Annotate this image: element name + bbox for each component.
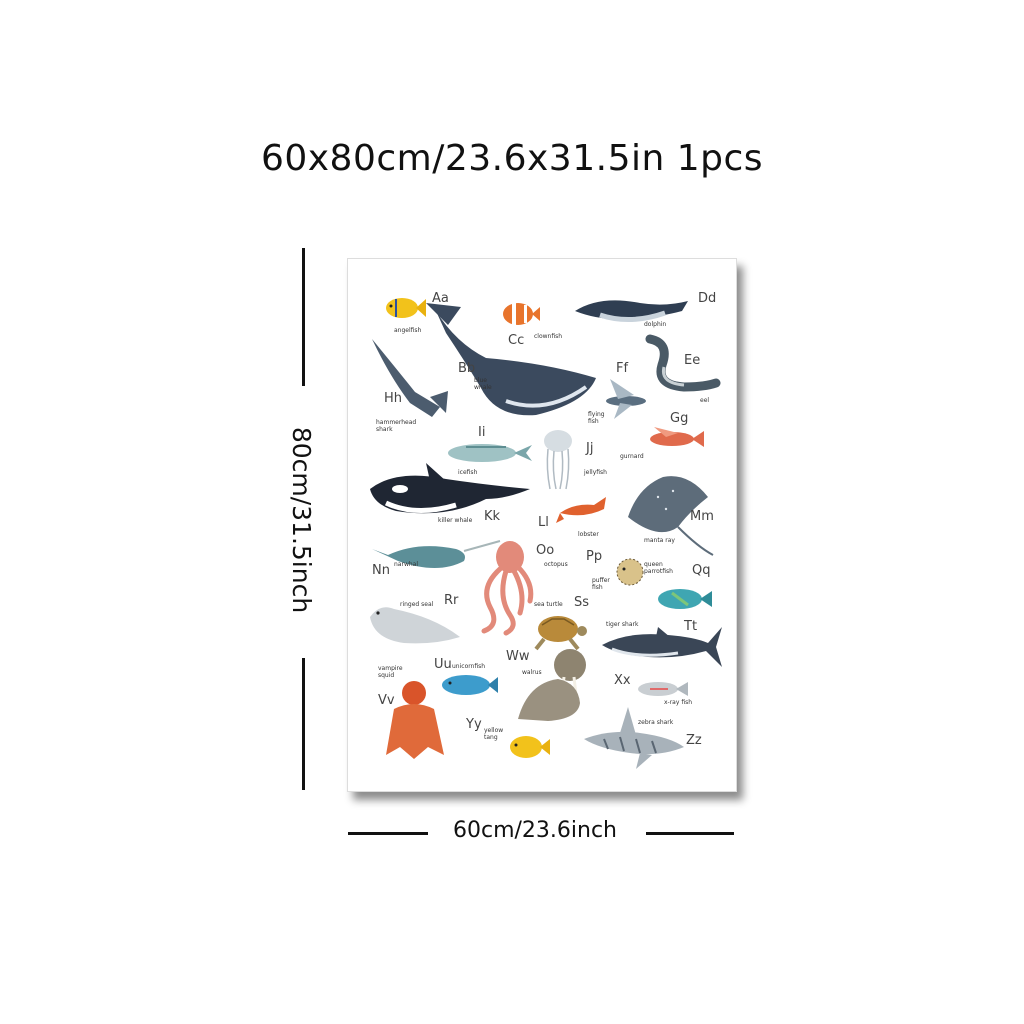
letter-l: Ll [538,515,549,530]
name-ringed-seal: ringed seal [400,601,434,608]
jellyfish-illustration [544,430,572,490]
alphabet-poster: Aa angelfish Cc clownfish Dd dolphin Bb … [347,258,737,792]
letter-d: Dd [698,291,717,306]
name-killer-whale: killer whale [438,517,473,524]
letter-m: Mm [690,509,714,524]
unicornfish-illustration [442,675,498,695]
letter-t: Tt [684,619,698,634]
letter-x: Xx [614,673,631,688]
lobster-illustration [556,497,606,523]
name-narwhal: narwhal [394,561,418,568]
height-dimension-line-bottom [302,658,305,790]
name-sea-turtle: sea turtle [534,601,563,608]
yellow-tang-illustration [510,736,550,758]
width-label: 60cm/23.6inch [452,818,617,843]
letter-f: Ff [616,361,629,376]
height-dimension-line-top [302,248,305,386]
name-vampire-squid: vampire squid [378,665,403,679]
name-blue-whale: blue whale [474,377,492,391]
name-lobster: lobster [578,531,599,538]
hammerhead-shark-illustration [372,339,448,417]
name-gurnard: gurnard [620,453,644,460]
x-ray-fish-illustration [638,682,688,696]
name-jellyfish: jellyfish [584,469,607,476]
blue-whale-illustration [426,303,596,416]
queen-parrotfish-illustration [658,589,712,609]
size-title: 60x80cm/23.6x31.5in 1pcs [260,138,764,179]
eel-illustration [645,334,721,392]
letter-y: Yy [466,717,482,732]
width-dimension-line-left [348,832,428,835]
name-dolphin: dolphin [644,321,667,328]
angelfish-illustration [386,298,426,318]
letter-o: Oo [536,543,555,558]
name-queen-parrotfish: queen parrotfish [644,561,673,575]
letter-g: Gg [670,411,689,426]
name-unicornfish: unicornfish [452,663,486,670]
name-octopus: octopus [544,561,568,568]
name-flying-fish: flying fish [588,411,605,425]
letter-p: Pp [586,549,603,564]
letter-b: Bb [458,361,476,376]
letter-q: Qq [692,563,711,578]
tiger-shark-illustration [602,627,722,667]
zebra-shark-illustration [584,707,684,769]
letter-u: Uu [434,657,452,672]
letter-h: Hh [384,391,403,406]
letter-n: Nn [372,563,390,578]
width-dimension-line-right [646,832,734,835]
name-eel: eel [700,397,710,404]
name-angelfish: angelfish [394,327,422,334]
letter-s: Ss [574,595,590,610]
name-puffer-fish: puffer fish [592,577,610,591]
letter-k: Kk [484,509,501,524]
vampire-squid-illustration [386,681,444,759]
letter-e: Ee [684,353,701,368]
name-manta-ray: manta ray [644,537,675,544]
name-hammerhead: hammerhead shark [376,419,417,433]
letter-r: Rr [444,593,459,608]
letter-z: Zz [686,733,702,748]
octopus-illustration [481,541,534,636]
letter-j: Jj [586,441,594,456]
gurnard-illustration [650,427,704,447]
